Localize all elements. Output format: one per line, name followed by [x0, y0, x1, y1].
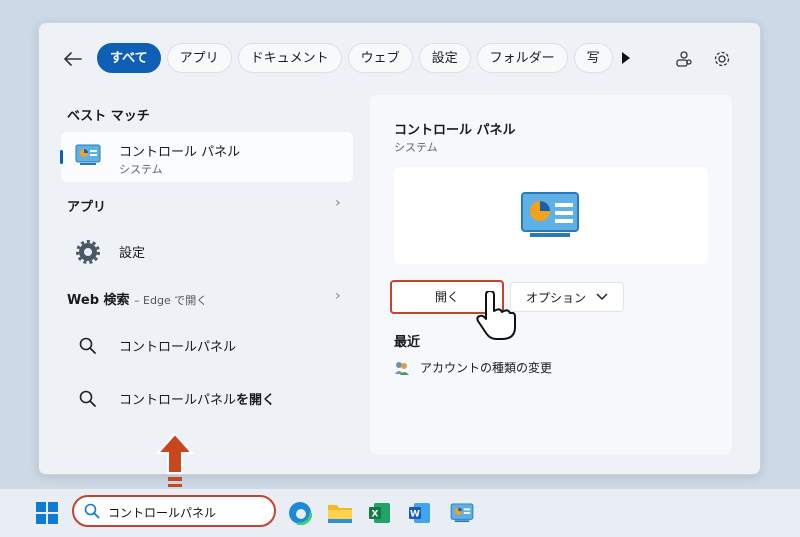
recent-item[interactable]: アカウントの種類の変更	[394, 359, 552, 376]
web-search-sub: – Edge で開く	[134, 294, 208, 307]
tab-all[interactable]: すべて	[97, 43, 161, 73]
start-button[interactable]	[33, 499, 61, 527]
best-match-title: コントロール パネル	[119, 145, 241, 160]
web-result-label: コントロールパネルを開く	[119, 389, 275, 408]
arrow-left-icon	[63, 52, 82, 66]
pointer-hand-icon	[474, 290, 516, 345]
gear-icon	[75, 239, 101, 265]
preview-pane: コントロール パネル システム 開く オプション 最近 アカウントの種類の変更	[370, 95, 732, 454]
preview-subtitle: システム	[394, 141, 438, 154]
options-button[interactable]: オプション	[510, 282, 624, 312]
taskbar: コントロールパネル X W	[0, 488, 800, 537]
best-match-heading: ベスト マッチ	[67, 109, 150, 124]
control-panel-icon	[450, 503, 474, 523]
selection-indicator	[60, 150, 63, 164]
account-switch-button[interactable]	[671, 46, 697, 72]
file-explorer-button[interactable]	[326, 499, 354, 527]
search-input[interactable]: コントロールパネル	[108, 504, 216, 521]
app-result-label: 設定	[119, 246, 146, 261]
recent-heading: 最近	[394, 335, 421, 350]
control-panel-taskbar-button[interactable]	[448, 499, 476, 527]
word-icon: W	[409, 503, 430, 523]
excel-icon: X	[369, 503, 390, 523]
up-arrow-annotation	[155, 432, 195, 493]
web-result-2[interactable]: コントロールパネルを開く	[61, 378, 353, 418]
web-result-label-normal: コントロールパネル	[119, 393, 237, 408]
svg-text:W: W	[410, 510, 420, 520]
web-search-heading: Web 検索 – Edge で開く	[67, 289, 207, 308]
recent-item-label: アカウントの種類の変更	[420, 361, 553, 375]
account-switch-icon	[676, 51, 692, 67]
back-button[interactable]	[61, 47, 85, 71]
tab-folders[interactable]: フォルダー	[476, 43, 568, 73]
word-button[interactable]: W	[406, 499, 434, 527]
search-icon	[75, 386, 101, 412]
web-search-title: Web 検索	[67, 293, 130, 308]
search-icon	[84, 503, 100, 519]
gear-icon	[714, 51, 730, 67]
tab-web[interactable]: ウェブ	[347, 43, 413, 73]
users-icon	[395, 361, 409, 375]
settings-button[interactable]	[709, 46, 735, 72]
apps-expand-chevron[interactable]: ›	[335, 195, 341, 211]
windows-start-icon	[36, 502, 58, 524]
file-explorer-icon	[328, 505, 352, 523]
start-search-panel: すべて アプリ ドキュメント ウェブ 設定 フォルダー 写 ベスト マッチ コン…	[38, 22, 761, 475]
control-panel-icon	[75, 144, 101, 170]
options-label: オプション	[525, 290, 586, 305]
control-panel-icon	[520, 191, 580, 243]
filter-tabs: すべて アプリ ドキュメント ウェブ 設定 フォルダー 写	[97, 43, 633, 73]
edge-button[interactable]	[286, 499, 314, 527]
chevron-down-icon	[596, 293, 608, 301]
apps-heading: アプリ	[67, 200, 107, 215]
svg-text:X: X	[372, 510, 379, 520]
web-result-label-bold: を開く	[236, 393, 276, 408]
preview-hero	[394, 167, 708, 264]
tab-photos[interactable]: 写	[573, 43, 613, 73]
search-icon	[75, 333, 101, 359]
tab-apps[interactable]: アプリ	[166, 43, 232, 73]
preview-title: コントロール パネル	[394, 123, 516, 138]
web-result-1[interactable]: コントロールパネル	[61, 325, 353, 365]
edge-icon	[288, 501, 312, 525]
tab-documents[interactable]: ドキュメント	[237, 43, 342, 73]
app-result-settings[interactable]: 設定	[61, 231, 353, 271]
tab-settings[interactable]: 設定	[418, 43, 471, 73]
best-match-item[interactable]: コントロール パネル システム	[60, 132, 353, 182]
web-expand-chevron[interactable]: ›	[335, 288, 341, 304]
more-tabs-button[interactable]	[619, 43, 633, 73]
excel-button[interactable]: X	[366, 499, 394, 527]
web-result-label: コントロールパネル	[119, 340, 237, 355]
taskbar-search-box[interactable]: コントロールパネル	[72, 495, 276, 527]
best-match-subtitle: システム	[119, 163, 163, 176]
play-arrow-icon	[621, 52, 630, 64]
